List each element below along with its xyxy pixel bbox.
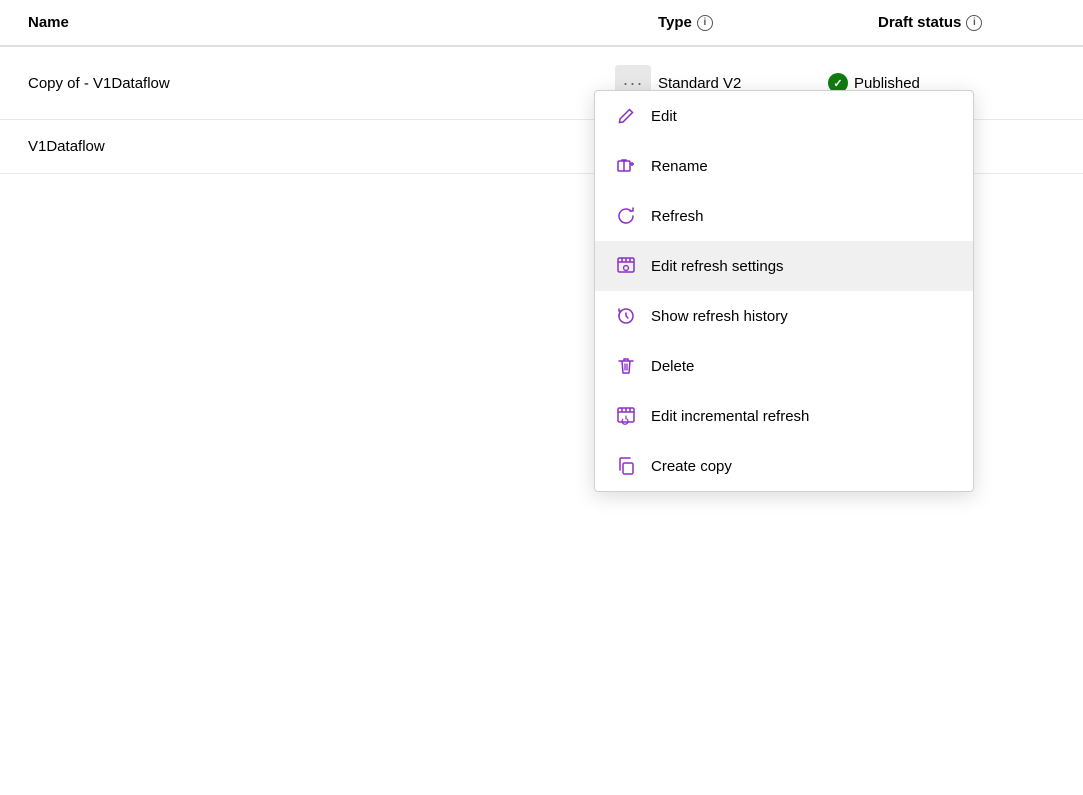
edit-incremental-refresh-icon: [615, 405, 637, 427]
row2-name: V1Dataflow: [28, 138, 608, 155]
show-refresh-history-icon: [615, 305, 637, 327]
menu-create-copy-label: Create copy: [651, 458, 732, 475]
edit-icon: [615, 105, 637, 127]
menu-item-show-refresh-history[interactable]: Show refresh history: [595, 291, 973, 341]
menu-item-rename[interactable]: Rename: [595, 141, 973, 191]
menu-item-edit-refresh-settings[interactable]: Edit refresh settings: [595, 241, 973, 291]
menu-item-delete[interactable]: Delete: [595, 341, 973, 391]
type-info-icon: i: [697, 15, 713, 31]
row1-name: Copy of - V1Dataflow: [28, 75, 608, 92]
menu-edit-incremental-refresh-label: Edit incremental refresh: [651, 408, 809, 425]
menu-rename-label: Rename: [651, 158, 708, 175]
menu-item-edit-incremental-refresh[interactable]: Edit incremental refresh: [595, 391, 973, 441]
row1-type: Standard V2: [658, 75, 828, 92]
rename-icon: [615, 155, 637, 177]
menu-item-edit[interactable]: Edit: [595, 91, 973, 141]
menu-edit-refresh-settings-label: Edit refresh settings: [651, 258, 784, 275]
context-menu: Edit Rename Refresh: [594, 90, 974, 492]
create-copy-icon: [615, 455, 637, 477]
menu-item-create-copy[interactable]: Create copy: [595, 441, 973, 491]
menu-refresh-label: Refresh: [651, 208, 704, 225]
draft-info-icon: i: [966, 15, 982, 31]
edit-refresh-settings-icon: [615, 255, 637, 277]
header-name: Name: [28, 14, 608, 31]
header-type: Type i: [658, 14, 878, 31]
menu-show-refresh-history-label: Show refresh history: [651, 308, 788, 325]
header-draft-status: Draft status i: [878, 14, 1055, 31]
refresh-icon: [615, 205, 637, 227]
menu-delete-label: Delete: [651, 358, 694, 375]
menu-item-refresh[interactable]: Refresh: [595, 191, 973, 241]
delete-icon: [615, 355, 637, 377]
table-header: Name Type i Draft status i: [0, 0, 1083, 47]
menu-edit-label: Edit: [651, 108, 677, 125]
